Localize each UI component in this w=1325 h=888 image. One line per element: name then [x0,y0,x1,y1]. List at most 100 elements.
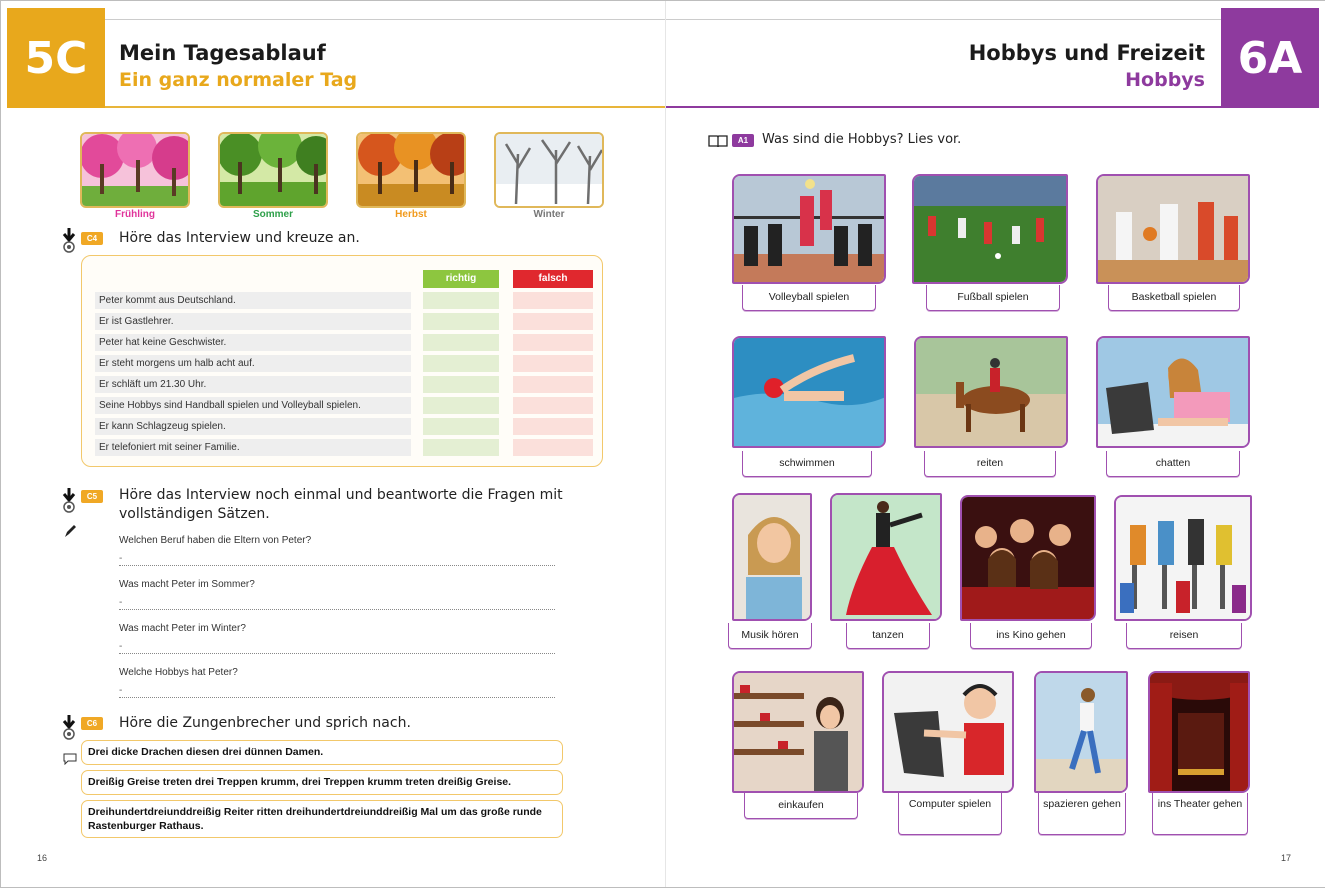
basketball-image [1096,174,1250,284]
task-tag-c6: C6 [81,717,103,730]
answer-line[interactable] [119,565,555,566]
hobby-caption: schwimmen [742,451,872,477]
answer-marker: - [119,597,123,608]
table-row-label: Er schläft um 21.30 Uhr. [95,376,411,393]
table-row-label: Er ist Gastlehrer. [95,313,411,330]
spring-image [80,132,190,208]
page-subtitle: Ein ganz normaler Tag [119,69,358,91]
table-row-label: Er steht morgens um halb acht auf. [95,355,411,372]
hobby-caption: Computer spielen [898,793,1002,835]
table-row-label: Peter hat keine Geschwister. [95,334,411,351]
travel-image [1114,495,1252,621]
volleyball-image [732,174,886,284]
richtig-checkbox[interactable] [423,418,499,435]
hobby-caption: Fußball spielen [926,285,1060,311]
speech-bubble-icon [63,753,77,765]
hobby-caption: einkaufen [744,793,858,819]
falsch-checkbox[interactable] [513,355,593,372]
richtig-checkbox[interactable] [423,355,499,372]
tongue-twister: Dreißig Greise treten drei Treppen krumm… [81,770,563,795]
music-image [732,493,812,621]
answer-line[interactable] [119,697,555,698]
hobby-caption: Volleyball spielen [742,285,876,311]
table-row-label: Seine Hobbys sind Handball spielen und V… [95,397,411,414]
column-header-richtig: richtig [423,270,499,288]
richtig-checkbox[interactable] [423,376,499,393]
falsch-checkbox[interactable] [513,376,593,393]
dancing-image [830,493,942,621]
header-rule [666,106,1226,108]
chatting-image [1096,336,1250,448]
hobby-caption: ins Kino gehen [970,623,1092,649]
hobby-caption: Basketball spielen [1108,285,1240,311]
summer-image [218,132,328,208]
left-page: 5C Mein Tagesablauf Ein ganz normaler Ta… [1,1,665,887]
tongue-twister: Drei dicke Drachen diesen drei dünnen Da… [81,740,563,765]
winter-image [494,132,604,208]
answer-marker: - [119,553,123,564]
c5-question: Welche Hobbys hat Peter? [119,667,238,678]
audio-download-icon[interactable] [61,715,77,741]
football-image [912,174,1068,284]
season-label-summer: Sommer [252,209,293,220]
richtig-checkbox[interactable] [423,439,499,456]
richtig-checkbox[interactable] [423,292,499,309]
falsch-checkbox[interactable] [513,397,593,414]
page-subtitle: Hobbys [1125,69,1205,91]
theater-image [1148,671,1250,793]
header-top-rule [105,19,665,20]
task-tag-a1: A1 [732,134,754,147]
hobby-caption: chatten [1106,451,1240,477]
richtig-checkbox[interactable] [423,313,499,330]
season-label-winter: Winter [533,209,565,220]
hobby-caption: Musik hören [728,623,812,649]
c5-question: Was macht Peter im Sommer? [119,579,255,590]
answer-line[interactable] [119,653,555,654]
answer-line[interactable] [119,609,555,610]
table-row-label: Peter kommt aus Deutschland. [95,292,411,309]
task-tag-c4: C4 [81,232,103,245]
computer-gaming-image [882,671,1014,793]
pencil-icon [63,523,77,539]
hobby-caption: ins Theater gehen [1152,793,1248,835]
falsch-checkbox[interactable] [513,292,593,309]
table-row-label: Er kann Schlagzeug spielen. [95,418,411,435]
autumn-image [356,132,466,208]
falsch-checkbox[interactable] [513,334,593,351]
richtig-checkbox[interactable] [423,397,499,414]
season-label-spring: Frühling [115,209,155,220]
header-top-rule [666,19,1226,20]
table-row-label: Er telefoniert mit seiner Familie. [95,439,411,456]
header-rule [105,106,665,108]
audio-download-icon[interactable] [61,228,77,254]
tongue-twister: Dreihundertdreiunddreißig Reiter ritten … [81,800,563,838]
falsch-checkbox[interactable] [513,418,593,435]
unit-badge-5c: 5C [7,8,105,108]
column-header-falsch: falsch [513,270,593,288]
walking-image [1034,671,1128,793]
c5-instruction-line2: vollständigen Sätzen. [119,506,270,522]
page-number: 17 [1280,853,1291,863]
falsch-checkbox[interactable] [513,313,593,330]
page-title: Hobbys und Freizeit [968,41,1205,65]
c4-instruction: Höre das Interview und kreuze an. [119,230,360,246]
audio-download-icon[interactable] [61,488,77,514]
richtig-checkbox[interactable] [423,334,499,351]
riding-image [914,336,1068,448]
page-number: 16 [37,853,48,863]
task-tag-c5: C5 [81,490,103,503]
c5-instruction-line1: Höre das Interview noch einmal und beant… [119,487,563,503]
swimming-image [732,336,886,448]
unit-badge-6a: 6A [1221,8,1319,108]
right-page: Hobbys und Freizeit Hobbys 6A A1 Was sin… [665,1,1325,887]
season-label-autumn: Herbst [395,209,427,220]
c5-question: Welchen Beruf haben die Eltern von Peter… [119,535,312,546]
book-icon [708,134,728,148]
cinema-image [960,495,1096,621]
answer-marker: - [119,685,123,696]
falsch-checkbox[interactable] [513,439,593,456]
answer-marker: - [119,641,123,652]
hobby-caption: tanzen [846,623,930,649]
hobby-caption: reiten [924,451,1056,477]
textbook-spread: 5C Mein Tagesablauf Ein ganz normaler Ta… [0,0,1325,888]
